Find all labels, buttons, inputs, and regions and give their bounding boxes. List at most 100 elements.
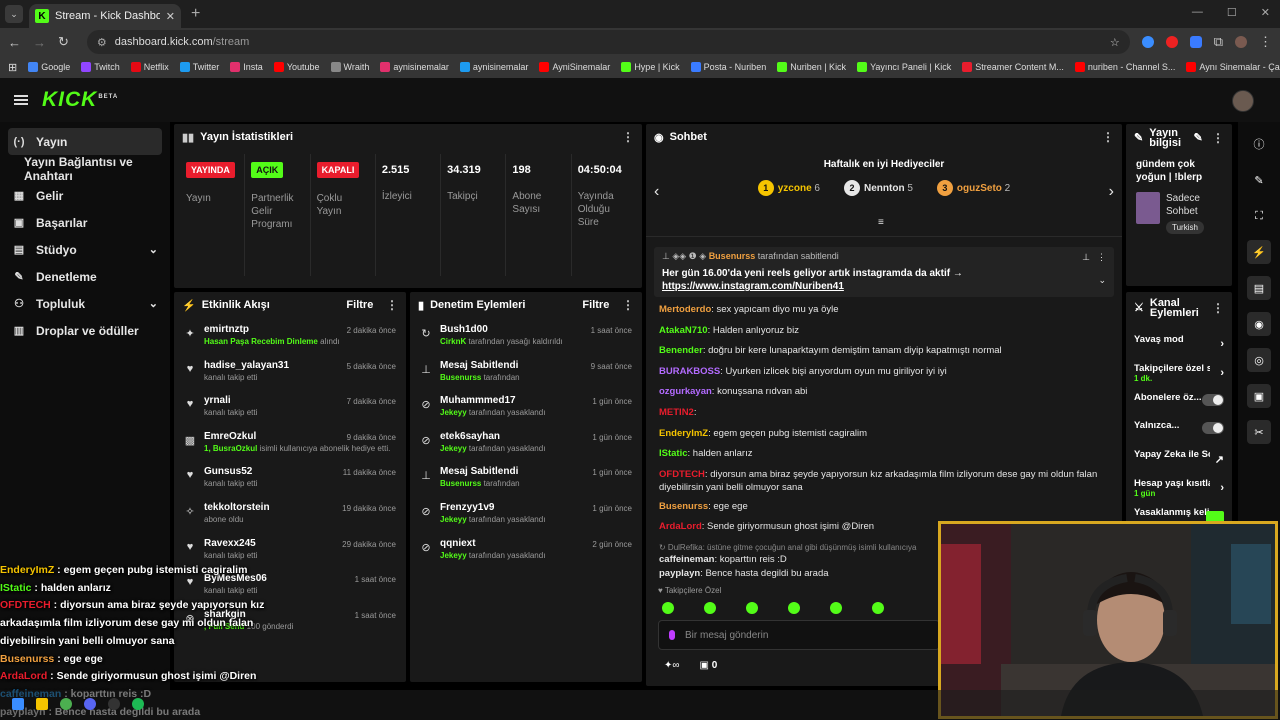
chat-more-icon[interactable]: ⋮ — [1102, 130, 1114, 144]
channel-action-item[interactable]: Yalnızca... — [1126, 420, 1232, 449]
feed-item[interactable]: ▩ EmreOzkul 1, BusraOzkul isimli kullanıcı… — [174, 425, 406, 461]
layout-icon[interactable]: ▣ — [1247, 384, 1271, 408]
discord-icon[interactable] — [84, 698, 96, 710]
kick-logo[interactable]: KICKBETA — [42, 88, 118, 112]
feed-item-highlight[interactable]: CirknK — [440, 337, 466, 346]
sidebar-item[interactable]: ▥ Droplar ve ödüller — [0, 317, 170, 344]
notes-icon[interactable]: ▤ — [1247, 276, 1271, 300]
start-icon[interactable] — [12, 698, 24, 710]
sidebar-item[interactable]: (·) Yayın — [8, 128, 162, 155]
activity-more-icon[interactable]: ⋮ — [379, 298, 398, 312]
chat-username[interactable]: Benender — [659, 345, 703, 356]
chat-username[interactable]: ArdaLord — [659, 521, 702, 532]
category-name[interactable]: Sadece Sohbet — [1166, 192, 1222, 218]
activity-filter-button[interactable]: Filtre — [346, 299, 373, 311]
info-more-icon[interactable]: ⋮ — [1209, 132, 1224, 144]
reload-icon[interactable]: ↻ — [58, 34, 69, 50]
emote-icon[interactable] — [830, 602, 842, 614]
chat-message[interactable]: METIN2: — [646, 406, 1122, 427]
feed-item[interactable]: ⊥ Mesaj Sabitlendi Busenurss tarafından 1 g… — [410, 460, 642, 496]
feed-item[interactable]: ♥ hadise_yalayan31 kanalı takip etti 5 daki… — [174, 354, 406, 390]
feed-item-highlight[interactable]: Jekeyy — [440, 551, 467, 560]
category-thumbnail[interactable] — [1136, 192, 1160, 224]
chat-username[interactable]: caffeineman — [659, 554, 714, 565]
chat-username[interactable]: OFDTECH — [659, 469, 705, 480]
feed-item-highlight[interactable]: Hasan Paşa Recebim Dinleme — [204, 337, 318, 346]
site-info-icon[interactable]: ⚙ — [97, 36, 107, 49]
bookmark-item[interactable]: Insta — [230, 62, 263, 72]
kicks-icon[interactable]: ▣ 0 — [700, 660, 718, 671]
chevron-right-icon[interactable]: › — [1220, 367, 1224, 379]
chat-input[interactable]: Bir mesaj gönderin — [658, 620, 940, 650]
feed-item[interactable]: ♥ yrnali kanalı takip etti 7 dakika önce — [174, 389, 406, 425]
minimize-icon[interactable]: — — [1192, 6, 1203, 19]
edit-info-icon[interactable]: ✎ — [1193, 133, 1202, 144]
toggle-switch[interactable] — [1202, 422, 1224, 435]
external-link-icon[interactable]: ↗ — [1215, 453, 1224, 466]
feed-item[interactable]: ⊘ Muhammmed17 Jekeyy tarafından yasaklandı… — [410, 389, 642, 425]
emote-icon[interactable] — [872, 602, 884, 614]
top-gifter[interactable]: 1 yzcone 6 — [757, 180, 820, 196]
stats-more-icon[interactable]: ⋮ — [622, 130, 634, 144]
chat-username[interactable]: AtakaN710 — [659, 325, 708, 336]
feed-item-highlight[interactable]: Busenurss — [440, 373, 481, 382]
bookmark-item[interactable]: Posta - Nuriben — [690, 62, 766, 72]
chat-username[interactable]: payplayn — [659, 568, 700, 579]
bookmark-item[interactable]: Aynı Sinemalar - Ça... — [1186, 62, 1280, 72]
chat-username[interactable]: ozgurkayan — [659, 386, 712, 397]
extension-red-icon[interactable] — [1165, 36, 1178, 48]
channel-action-item[interactable]: Hesap yaşı kısıtla 1 gün › — [1126, 478, 1232, 507]
modlog-filter-button[interactable]: Filtre — [582, 299, 609, 311]
apps-grid-icon[interactable]: ⊞ — [8, 61, 17, 74]
feed-item[interactable]: ✦ emirtnztp Hasan Paşa Recebim Dinleme alı… — [174, 318, 406, 354]
chat-message[interactable]: Benender: doğru bir kere lunaparktayım d… — [646, 344, 1122, 365]
feed-item-highlight[interactable]: 1, BusraOzkul — [204, 444, 257, 453]
feed-item[interactable]: ⊘ etek6sayhan Jekeyy tarafından yasaklandı… — [410, 425, 642, 461]
chevron-down-icon[interactable]: ⌄ — [149, 297, 158, 310]
info-icon[interactable]: ⓘ — [1247, 132, 1271, 156]
bookmark-item[interactable]: Twitter — [179, 62, 219, 72]
edit-icon[interactable]: ✎ — [1247, 168, 1271, 192]
file-explorer-icon[interactable] — [36, 698, 48, 710]
chat-message[interactable]: IStatic: halden anlarız — [646, 447, 1122, 468]
chat-message[interactable]: OFDTECH: diyorsun ama biraz şeyde yapıyo… — [646, 468, 1122, 500]
emote-icon[interactable] — [704, 602, 716, 614]
tab-search-button[interactable]: ⌄ — [5, 5, 23, 23]
chevron-right-icon[interactable]: › — [1220, 338, 1224, 350]
chevron-down-icon[interactable]: ⌄ — [149, 243, 158, 256]
quick-bolt-icon[interactable]: ⚡ — [1247, 240, 1271, 264]
chat-username[interactable]: Busenurss — [659, 501, 708, 512]
extension-shield-icon[interactable] — [1189, 36, 1202, 48]
bookmark-star-icon[interactable]: ☆ — [1110, 36, 1120, 49]
bookmark-item[interactable]: Youtube — [273, 62, 320, 72]
sidebar-item[interactable]: ⚇ Topluluk ⌄ — [0, 290, 170, 317]
chat-username[interactable]: Mertoderdo — [659, 304, 711, 315]
bookmark-item[interactable]: Yayıncı Paneli | Kick — [857, 62, 951, 72]
chat-settings-icon[interactable]: ≡ — [878, 217, 884, 228]
chat-message[interactable]: AtakaN710: Halden anlıyoruz biz — [646, 324, 1122, 345]
close-window-icon[interactable]: ✕ — [1261, 6, 1270, 19]
channel-action-item[interactable]: Abonelere öz... — [1126, 392, 1232, 421]
unpin-icon[interactable]: ⊥ — [1082, 252, 1090, 263]
sidebar-item[interactable]: ▦ Gelir — [0, 182, 170, 209]
bookmark-item[interactable]: Google — [28, 62, 70, 72]
modlog-more-icon[interactable]: ⋮ — [615, 298, 634, 312]
top-gifter[interactable]: 2 Nennton 5 — [844, 180, 913, 196]
chat-username[interactable]: BURAKBOSS — [659, 366, 720, 377]
extension-blue-icon[interactable] — [1141, 36, 1154, 48]
chat-rail-icon[interactable]: ◉ — [1247, 312, 1271, 336]
mic-icon[interactable] — [669, 630, 675, 640]
feed-item[interactable]: ⊘ Frenzyy1v9 Jekeyy tarafından yasaklandı 1… — [410, 496, 642, 532]
top-gifter[interactable]: 3 oguzSeto 2 — [936, 180, 1010, 196]
channel-action-item[interactable]: Yavaş mod › — [1126, 334, 1232, 363]
chat-username[interactable]: IStatic — [659, 448, 688, 459]
sidebar-item[interactable]: ▣ Başarılar — [0, 209, 170, 236]
bookmark-item[interactable]: Twitch — [81, 62, 120, 72]
bookmark-item[interactable]: aynisinemalar — [380, 62, 449, 72]
bookmark-item[interactable]: Netflix — [130, 62, 169, 72]
emote-icon[interactable] — [788, 602, 800, 614]
chat-message[interactable]: Busenurss: ege ege — [646, 500, 1122, 521]
gifters-next-icon[interactable]: › — [1109, 183, 1114, 201]
chat-message[interactable]: EnderyImZ: egem geçen pubg istemisti cag… — [646, 427, 1122, 448]
pin-expand-icon[interactable]: ⌄ — [1098, 275, 1106, 286]
